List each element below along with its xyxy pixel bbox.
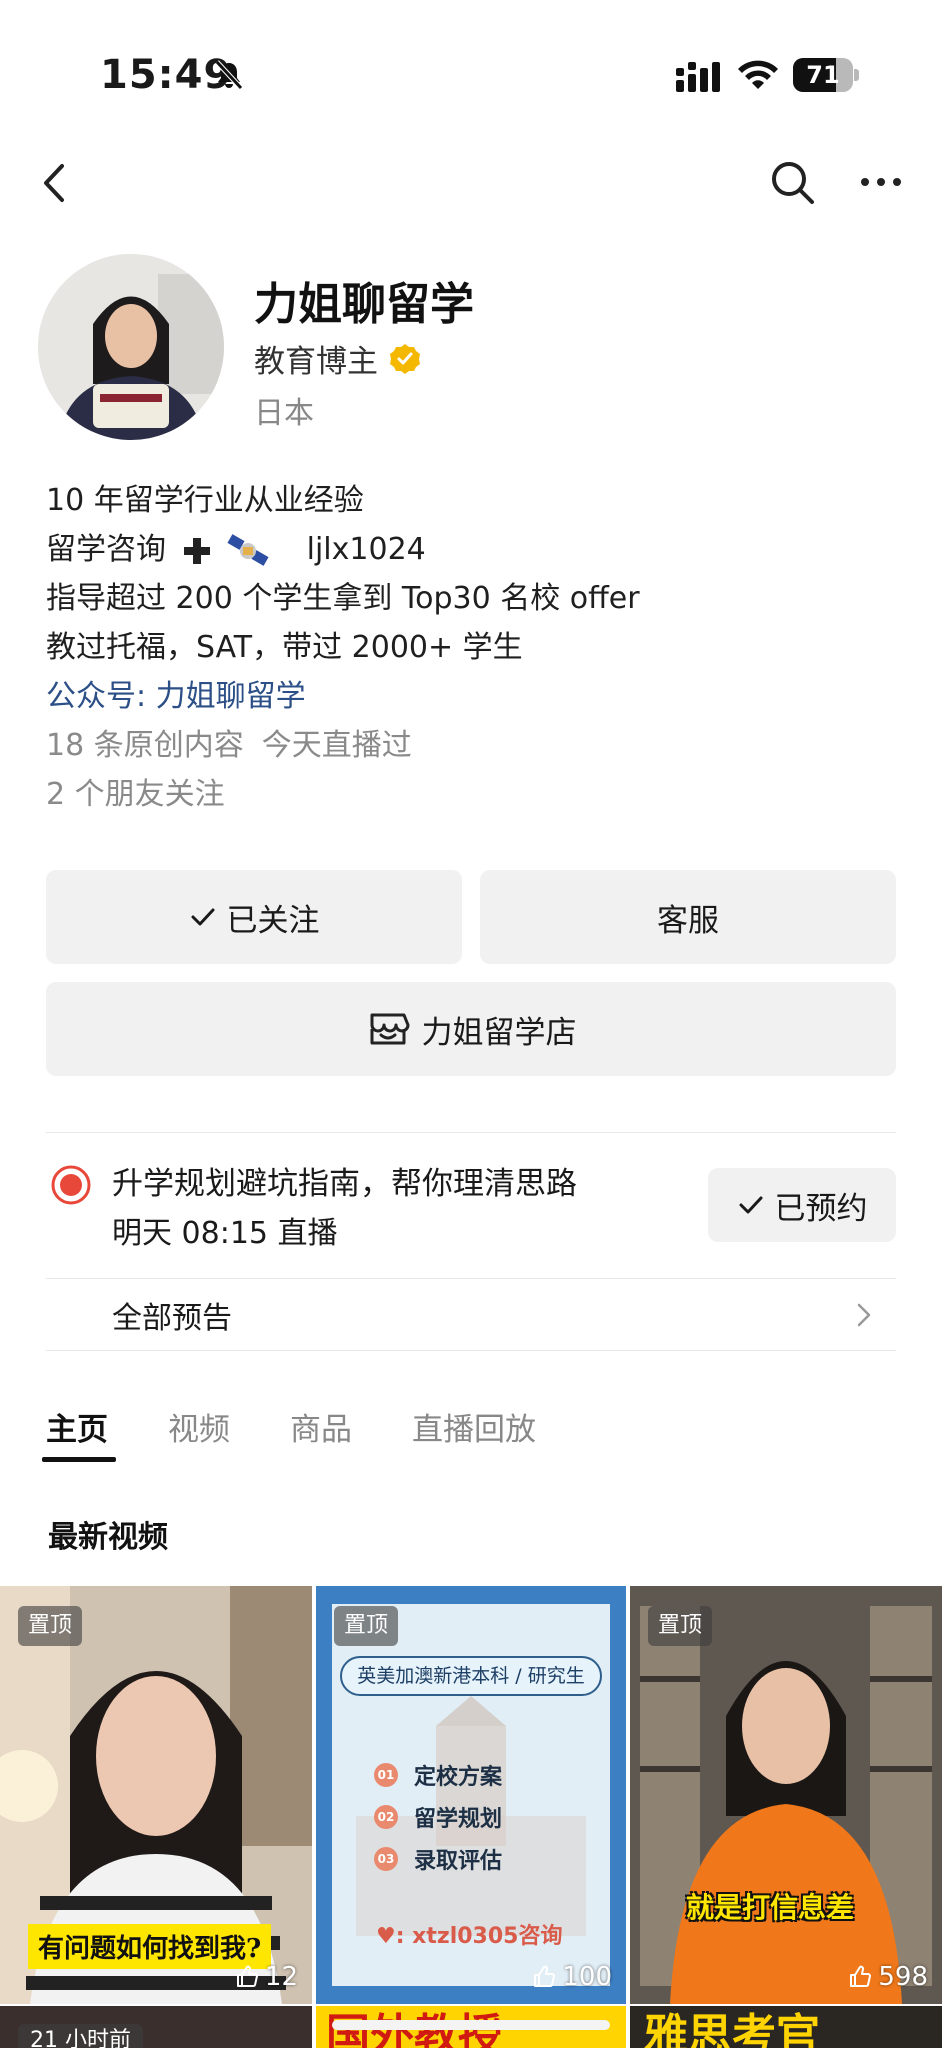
poster-item-label: 定校方案 — [414, 1765, 503, 1790]
active-tab-indicator — [42, 1457, 116, 1462]
video-card[interactable]: 置顶 有问题如何找到我? 12 — [0, 1586, 312, 2004]
check-icon — [739, 1196, 762, 1214]
divider — [46, 1132, 896, 1133]
live-record-icon — [51, 1165, 91, 1205]
thumb-up-icon — [236, 1965, 258, 1988]
time-ago-badge: 21 小时前 — [18, 2024, 143, 2048]
tab-home[interactable]: 主页 — [46, 1404, 108, 1449]
video-thumbnail — [630, 1586, 942, 2004]
poster-item-label: 留学规划 — [414, 1807, 503, 1832]
video-card[interactable]: 置顶 就是打信息差 598 — [630, 1586, 942, 2004]
tab-products[interactable]: 商品 — [290, 1404, 352, 1449]
chevron-right-icon[interactable] — [856, 1302, 872, 1328]
search-icon[interactable] — [768, 158, 816, 206]
back-arrow-icon[interactable] — [36, 158, 76, 208]
poster-item-number: 03 — [374, 1847, 398, 1871]
likes-value: 100 — [562, 1962, 612, 1992]
follow-label: 已关注 — [226, 902, 320, 939]
follow-button[interactable]: 已关注 — [46, 870, 462, 964]
poster-item-number: 01 — [374, 1763, 398, 1787]
poster-item-label: 录取评估 — [414, 1849, 503, 1874]
bio: 10 年留学行业从业经验 留学咨询 ljlx1024 指导超过 200 个学生拿… — [46, 476, 906, 819]
tab-videos[interactable]: 视频 — [168, 1404, 230, 1449]
content-stats: 18 条原创内容 今天直播过 — [46, 721, 906, 770]
signal-icon — [676, 62, 720, 92]
thumb-up-icon — [534, 1965, 556, 1988]
section-title: 最新视频 — [48, 1520, 168, 1555]
battery-level: 71 — [806, 61, 840, 89]
shop-label: 力姐留学店 — [421, 1014, 577, 1051]
original-content-count: 18 条原创内容 — [46, 728, 244, 763]
home-indicator[interactable] — [332, 2020, 610, 2030]
likes-value: 12 — [264, 1962, 298, 1992]
tab-live-replay[interactable]: 直播回放 — [412, 1404, 536, 1449]
profile-name: 力姐聊留学 — [254, 279, 474, 330]
poster-heading: 英美加澳新港本科 / 研究生 — [340, 1656, 602, 1696]
shop-button[interactable]: 力姐留学店 — [46, 982, 896, 1076]
bio-line-students: 指导超过 200 个学生拿到 Top30 名校 offer — [46, 581, 640, 616]
reserved-label: 已预约 — [774, 1190, 868, 1227]
plus-icon — [183, 537, 210, 564]
likes-count: 598 — [848, 1962, 928, 1992]
poster-item: 03 录取评估 — [374, 1844, 502, 1874]
avatar-image — [38, 254, 224, 440]
profile-location: 日本 — [254, 396, 314, 431]
likes-value: 598 — [878, 1962, 928, 1992]
pinned-badge: 置顶 — [18, 1606, 83, 1646]
likes-count: 100 — [532, 1962, 612, 1992]
divider — [46, 1278, 896, 1279]
bio-line-teaching: 教过托福，SAT，带过 2000+ 学生 — [46, 630, 523, 665]
verified-badge-icon — [390, 343, 420, 374]
reserved-button[interactable]: 已预约 — [708, 1168, 896, 1242]
avatar[interactable] — [38, 254, 224, 440]
consult-label: 留学咨询 — [46, 532, 166, 567]
video-caption: 就是打信息差 — [686, 1891, 855, 1924]
check-icon — [191, 908, 214, 926]
video-caption: 雅思考官 — [644, 2010, 820, 2048]
poster-item-number: 02 — [374, 1805, 398, 1829]
divider — [46, 1350, 896, 1351]
live-time: 明天 08:15 直播 — [112, 1216, 338, 1251]
official-account-link[interactable]: 公众号: 力姐聊留学 — [46, 672, 906, 721]
status-bar: 15:49 71 — [0, 0, 942, 150]
wifi-icon — [738, 60, 778, 89]
service-label: 客服 — [657, 902, 719, 939]
shop-icon — [370, 1013, 409, 1045]
bio-line-consult: 留学咨询 ljlx1024 — [46, 525, 906, 574]
all-previews-link[interactable]: 全部预告 — [112, 1293, 232, 1337]
live-status-text: 今天直播过 — [261, 728, 412, 763]
more-icon[interactable] — [860, 170, 902, 194]
battery-icon: 71 — [793, 58, 859, 92]
pinned-badge: 置顶 — [648, 1606, 713, 1646]
bio-line-experience: 10 年留学行业从业经验 — [46, 483, 364, 518]
friends-follow[interactable]: 2 个朋友关注 — [46, 770, 906, 819]
poster-item: 02 留学规划 — [374, 1802, 502, 1832]
profile-role: 教育博主 — [254, 336, 422, 381]
likes-count: 12 — [235, 1962, 298, 1992]
customer-service-button[interactable]: 客服 — [480, 870, 896, 964]
poster-item: 01 定校方案 — [374, 1760, 502, 1790]
live-title[interactable]: 升学规划避坑指南，帮你理清思路 — [112, 1158, 577, 1203]
pinned-badge: 置顶 — [334, 1606, 399, 1646]
poster-contact: ♥: xtzl0305咨询 — [376, 1924, 563, 1949]
satellite-icon — [227, 533, 269, 566]
video-card[interactable]: 置顶 英美加澳新港本科 / 研究生 01 定校方案 02 留学规划 03 录取评估 ♥… — [316, 1586, 626, 2004]
role-label: 教育博主 — [254, 344, 378, 380]
consult-id: ljlx1024 — [306, 532, 426, 567]
thumb-up-icon — [850, 1965, 872, 1988]
bell-slash-icon — [215, 60, 243, 90]
